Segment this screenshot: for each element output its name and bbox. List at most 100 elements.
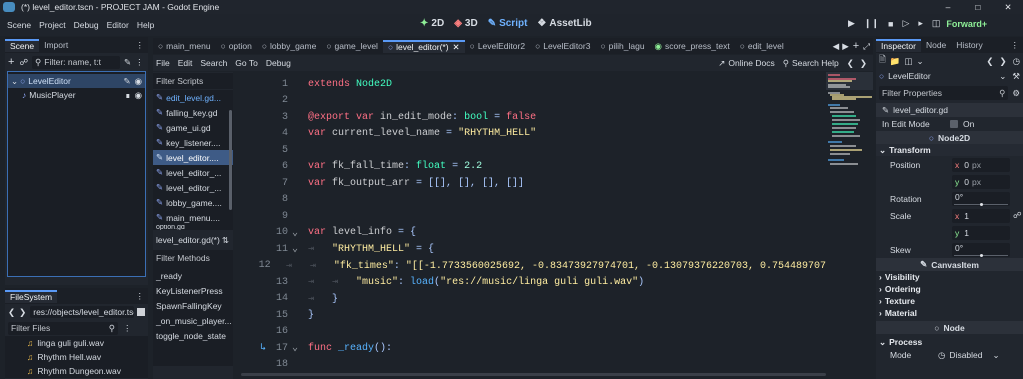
code-line[interactable]: 6 var fk_fall_time: float = 2.2 [236, 159, 826, 176]
remote-debug-icon[interactable]: ▷ [902, 18, 909, 29]
sort-icon[interactable]: ⇅ [222, 235, 229, 246]
visibility-icon[interactable]: ◉ [135, 90, 142, 101]
dock-menu-icon[interactable]: ⋮ [136, 291, 145, 302]
add-scene-icon[interactable]: + [853, 40, 859, 52]
script-item-selected[interactable]: ✎ level_editor.... [153, 150, 233, 165]
position-x-field[interactable]: x 0 px [952, 157, 1010, 172]
menu-help[interactable]: Help [137, 20, 154, 30]
stop-icon[interactable]: ■ [888, 19, 893, 29]
script-menu-search[interactable]: Search [200, 58, 227, 68]
pause-icon[interactable]: ❙❙ [864, 18, 879, 29]
forward-icon[interactable]: ❯ [19, 307, 26, 318]
script-item[interactable]: option.gd [153, 225, 233, 230]
tab-main-menu[interactable]: ○ main_menu [153, 40, 216, 53]
workspace-assetlib-button[interactable]: ❖ AssetLib [537, 18, 591, 29]
code-line[interactable]: 7 var fk_output_arr = [[], [], [], []] [236, 175, 826, 192]
method-item[interactable]: _on_music_player... [153, 313, 233, 328]
tab-scene[interactable]: Scene [5, 38, 40, 52]
material-section[interactable]: › Material [876, 307, 1023, 319]
tab-edit-level[interactable]: ○ edit_level [735, 40, 789, 53]
link-icon[interactable]: ☍ [19, 57, 28, 68]
method-item[interactable]: SpawnFallingKey [153, 298, 233, 313]
script-list-scrollbar[interactable] [229, 110, 232, 210]
dock-menu-icon[interactable]: ⋮ [1011, 40, 1020, 51]
workspace-2d-button[interactable]: ✦ 2D [420, 18, 444, 29]
process-section[interactable]: ⌄ Process [876, 336, 1023, 348]
code-line[interactable]: 14 ⇥} [236, 291, 826, 308]
filesystem-filter-input[interactable]: Filter Files ⚲ [8, 321, 118, 335]
skew-slider-grabber[interactable] [980, 253, 983, 257]
rotation-slider-grabber[interactable] [980, 202, 983, 206]
add-node-icon[interactable]: + [8, 56, 14, 68]
script-item[interactable]: ✎ game_ui.gd [153, 120, 233, 135]
scene-tree[interactable]: ⌄ ○ LevelEditor ✎ ◉ ♪ MusicPlayer ∎ ◉ [7, 71, 146, 277]
tab-level-editor[interactable]: ○ level_editor(*) ✕ [382, 39, 465, 53]
script-item[interactable]: ✎ level_editor_... [153, 165, 233, 180]
link-scale-icon[interactable]: ☍ [1013, 210, 1022, 221]
code-minimap[interactable] [826, 72, 873, 379]
menu-debug[interactable]: Debug [74, 20, 99, 30]
code-line[interactable]: 5 [236, 142, 826, 159]
search-help-button[interactable]: ⚲ Search Help [783, 58, 839, 69]
tab-game-level[interactable]: ○ game_level [321, 40, 383, 53]
fold-arrow-icon[interactable]: ⌄ [288, 342, 302, 354]
code-line[interactable]: 3 @export var in_edit_mode: bool = false [236, 109, 826, 126]
sort-icon[interactable]: ⋮ [123, 323, 132, 334]
code-line[interactable]: 4 var current_level_name = "RHYTHM_HELL" [236, 126, 826, 143]
object-history-icon[interactable]: ◷ [1013, 56, 1020, 67]
visibility-icon[interactable]: ◉ [135, 76, 142, 87]
scene-filter-input[interactable]: ⚲ Filter: name, t:t [32, 55, 121, 69]
close-tab-icon[interactable]: ✕ [453, 42, 460, 53]
attach-script-icon[interactable]: ✎ [124, 57, 131, 68]
chevron-down-icon[interactable]: ⌄ [999, 71, 1006, 82]
tab-import[interactable]: Import [39, 39, 73, 52]
gutter-marker[interactable]: ↳ [236, 342, 266, 354]
dock-menu-icon[interactable]: ⋮ [136, 40, 145, 51]
new-resource-icon[interactable]: 🗎 [879, 54, 886, 68]
inspector-back-icon[interactable]: ❮ [986, 56, 993, 67]
visibility-section[interactable]: › Visibility [876, 271, 1023, 283]
ordering-section[interactable]: › Ordering [876, 283, 1023, 295]
collapse-arrow-icon[interactable]: ⌄ [11, 76, 18, 87]
tab-leveleditor3[interactable]: ○ LevelEditor3 [530, 40, 595, 53]
movie-icon[interactable]: ◫ [932, 18, 941, 29]
fold-arrow-icon[interactable]: ⌄ [288, 227, 302, 239]
filesystem-path-field[interactable]: res://objects/level_editor.tsc [30, 306, 135, 318]
tab-option[interactable]: ○ option [216, 40, 257, 53]
script-item[interactable]: ✎ main_menu.... [153, 210, 233, 225]
fold-arrow-icon[interactable]: ⌄ [288, 243, 302, 255]
property-filter-input[interactable]: Filter Properties ⚲ [879, 86, 1009, 100]
history-forward-icon[interactable]: ❯ [860, 58, 867, 69]
code-line[interactable]: 9 [236, 208, 826, 225]
code-line[interactable]: 13 ⇥ ⇥ "music": load("res://music/linga gul… [236, 274, 826, 291]
position-y-field[interactable]: y 0 px [952, 174, 1010, 189]
tab-lobby-game[interactable]: ○ lobby_game [257, 40, 321, 53]
rotation-slider[interactable]: 0° [952, 191, 1010, 206]
script-list[interactable]: ✎ edit_level.gd... ✎ falling_key.gd ✎ game_… [153, 90, 233, 230]
method-list[interactable]: _ready KeyListenerPress SpawnFallingKey … [153, 266, 233, 366]
code-line[interactable]: 8 [236, 192, 826, 209]
split-mode-icon[interactable] [137, 308, 145, 316]
script-header[interactable]: ✎ level_editor.gd [876, 103, 1023, 117]
scale-x-field[interactable]: x1 [952, 208, 1010, 223]
mode-dropdown[interactable]: ◷ Disabled ⌄ [938, 350, 1000, 361]
in-edit-mode-checkbox[interactable] [950, 120, 958, 128]
tab-filesystem[interactable]: FileSystem [5, 289, 58, 303]
code-editor[interactable]: 1 extends Node2D 2 3 @export var in_edit_mod… [236, 72, 826, 379]
transform-section[interactable]: ⌄ Transform [876, 144, 1023, 156]
maximize-icon[interactable]: □ [963, 2, 993, 12]
script-item[interactable]: ✎ key_listener.... [153, 135, 233, 150]
code-line[interactable]: 12 ⇥ ⇥ "fk_times": "[[-1.7733560025692, -0.… [236, 258, 826, 275]
property-options-icon[interactable]: ⚙ [1012, 88, 1020, 99]
back-icon[interactable]: ❮ [8, 307, 15, 318]
wrench-icon[interactable]: ⚒ [1012, 71, 1020, 82]
script-menu-file[interactable]: File [156, 58, 170, 68]
run-scene-icon[interactable]: ▸ [918, 18, 923, 29]
script-item[interactable]: ✎ edit_level.gd... [153, 90, 233, 105]
script-menu-debug[interactable]: Debug [266, 58, 291, 68]
texture-section[interactable]: › Texture [876, 295, 1023, 307]
code-line[interactable]: 11 ⌄ ⇥ "RHYTHM_HELL" = { [236, 241, 826, 258]
close-icon[interactable]: ✕ [993, 2, 1023, 13]
inspector-forward-icon[interactable]: ❯ [999, 56, 1006, 67]
scale-y-field[interactable]: y1 [952, 225, 1010, 240]
